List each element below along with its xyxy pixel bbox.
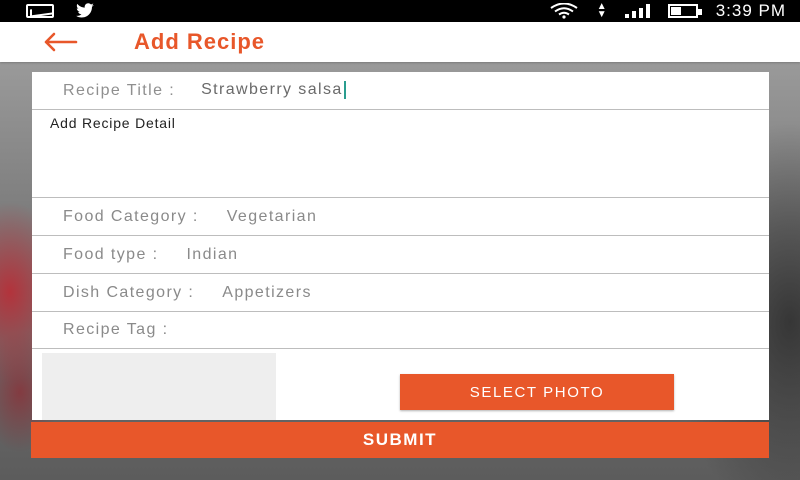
select-photo-button[interactable]: SELECT PHOTO: [400, 374, 674, 410]
status-bar: ▲ ▼ 3:39 PM: [0, 0, 800, 22]
dish-category-field[interactable]: Dish Category : Appetizers: [32, 274, 769, 312]
food-category-field[interactable]: Food Category : Vegetarian: [32, 198, 769, 236]
mail-icon: [26, 4, 54, 18]
twitter-icon: [76, 3, 94, 18]
photo-preview: [42, 353, 276, 420]
recipe-title-input[interactable]: Strawberry salsa: [201, 81, 346, 100]
recipe-tag-field[interactable]: Recipe Tag :: [32, 312, 769, 349]
recipe-title-field[interactable]: Recipe Title : Strawberry salsa: [32, 72, 769, 110]
back-button[interactable]: [40, 27, 80, 57]
app-bar: Add Recipe: [0, 22, 800, 62]
food-category-value: Vegetarian: [226, 207, 318, 225]
recipe-title-label: Recipe Title :: [63, 81, 176, 99]
food-type-field[interactable]: Food type : Indian: [32, 236, 769, 274]
recipe-detail-field[interactable]: Add Recipe Detail: [32, 110, 769, 198]
page-title: Add Recipe: [134, 29, 266, 54]
recipe-form: Recipe Title : Strawberry salsa Add Reci…: [32, 72, 769, 420]
food-category-label: Food Category :: [63, 207, 199, 225]
recipe-tag-label: Recipe Tag :: [63, 321, 169, 338]
data-arrows-icon: ▲ ▼: [596, 1, 607, 20]
food-type-label: Food type :: [63, 245, 159, 263]
battery-icon: [667, 4, 702, 18]
recipe-detail-placeholder: Add Recipe Detail: [50, 115, 176, 131]
dish-category-label: Dish Category :: [63, 283, 195, 301]
status-time: 3:39 PM: [715, 1, 786, 20]
arrow-left-icon: [44, 32, 78, 52]
wifi-icon: [550, 3, 578, 19]
dish-category-value: Appetizers: [222, 283, 312, 301]
text-cursor: [343, 81, 346, 100]
signal-icon: [624, 4, 650, 18]
food-type-value: Indian: [186, 245, 239, 263]
submit-button[interactable]: SUBMIT: [31, 422, 769, 458]
